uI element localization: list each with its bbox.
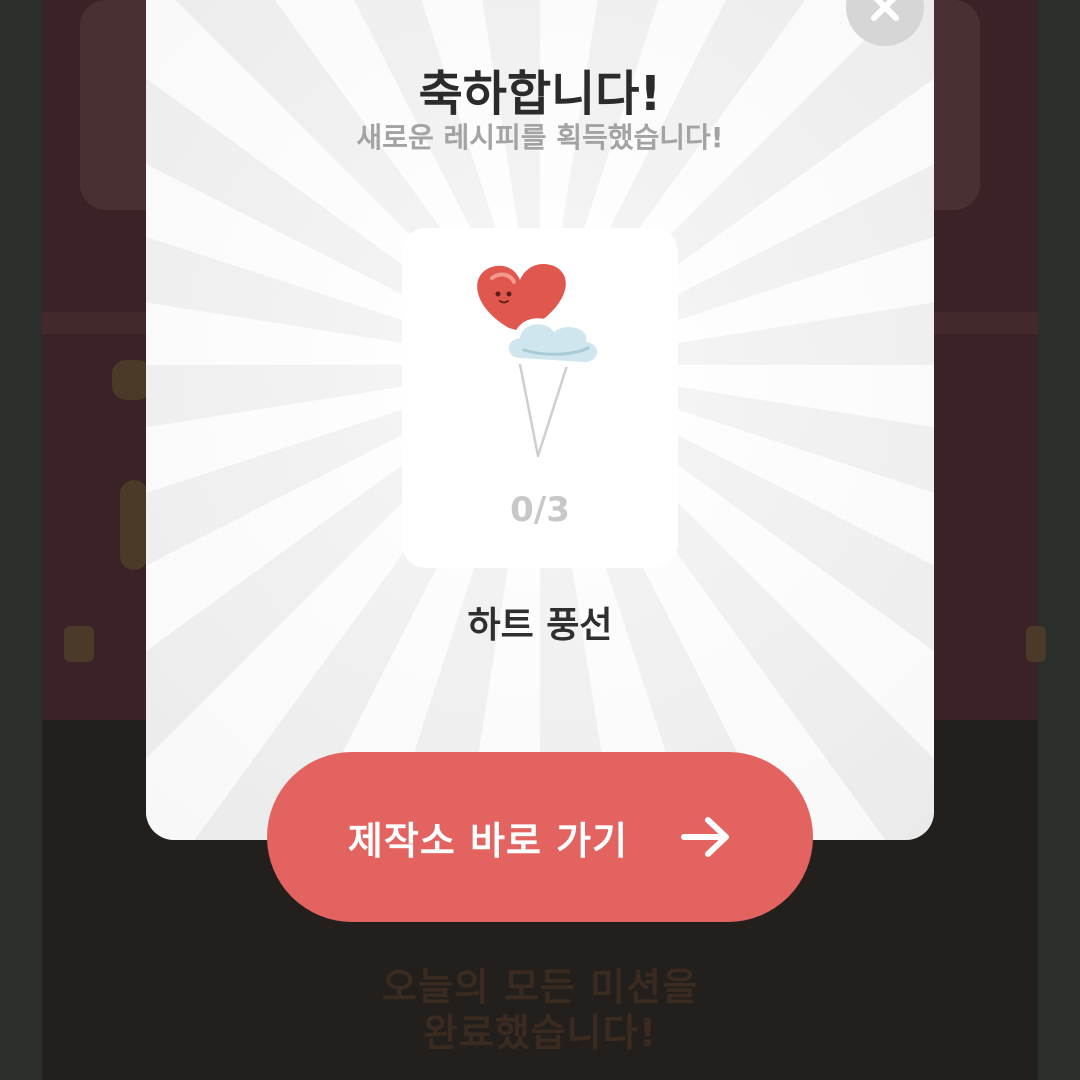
- background-item-icon: [120, 480, 148, 570]
- modal-title: 축하합니다!: [418, 66, 662, 122]
- arrow-right-icon: [681, 817, 730, 857]
- lock-icon: [64, 626, 94, 662]
- item-name: 하트 풍선: [467, 605, 613, 646]
- close-icon: [871, 0, 899, 21]
- heart-balloon-icon: [471, 257, 603, 461]
- mission-line-2: 완료했습니다!: [422, 1011, 658, 1055]
- go-to-workshop-button[interactable]: 제작소 바로 가기: [267, 752, 813, 922]
- background-left-edge: [0, 0, 42, 1080]
- item-progress-count: 0/3: [510, 490, 570, 530]
- item-card: 0/3: [402, 228, 678, 568]
- background-right-edge: [1038, 0, 1080, 1080]
- go-to-workshop-label: 제작소 바로 가기: [347, 818, 629, 863]
- lock-icon: [1026, 626, 1046, 662]
- mission-complete-text: 오늘의 모든 미션을 완료했습니다!: [0, 964, 1080, 1056]
- recipe-acquired-modal: 축하합니다! 새로운 레시피를 획득했습니다! 0/3 하트 풍선: [146, 0, 934, 840]
- mission-line-1: 오늘의 모든 미션을: [381, 965, 699, 1009]
- modal-subtitle: 새로운 레시피를 획득했습니다!: [356, 121, 724, 154]
